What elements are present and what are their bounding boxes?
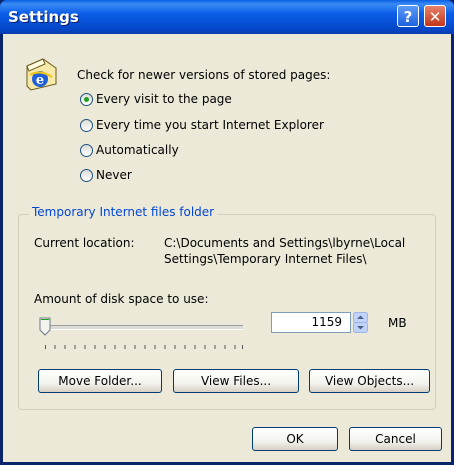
- radio-every-visit[interactable]: [80, 93, 93, 106]
- disk-space-unit: MB: [388, 316, 407, 330]
- radio-never-label[interactable]: Never: [96, 168, 132, 182]
- title-bar[interactable]: Settings ? ✕: [0, 0, 454, 34]
- slider-ticks: [45, 345, 243, 349]
- ok-button[interactable]: OK: [252, 427, 338, 451]
- location-path-line2: Settings\Temporary Internet Files\: [164, 252, 367, 266]
- view-files-button[interactable]: View Files...: [173, 369, 299, 393]
- window-title: Settings: [8, 8, 79, 26]
- disk-space-slider-thumb[interactable]: [39, 317, 51, 336]
- disk-space-slider-track[interactable]: [45, 325, 243, 330]
- settings-dialog: Settings ? ✕ e Check for newer versions …: [0, 0, 454, 465]
- location-label: Current location:: [34, 236, 135, 250]
- ie-page-icon: e: [26, 58, 57, 91]
- disk-space-spinner[interactable]: [353, 312, 368, 333]
- move-folder-button[interactable]: Move Folder...: [38, 369, 162, 393]
- svg-text:e: e: [36, 73, 44, 88]
- radio-every-visit-label[interactable]: Every visit to the page: [96, 92, 232, 106]
- disk-space-label: Amount of disk space to use:: [34, 292, 209, 306]
- radio-never[interactable]: [80, 169, 93, 182]
- temp-files-legend: Temporary Internet files folder: [29, 205, 218, 219]
- cancel-button[interactable]: Cancel: [349, 427, 442, 451]
- location-path-line1: C:\Documents and Settings\lbyrne\Local: [164, 236, 406, 250]
- radio-automatically-label[interactable]: Automatically: [96, 143, 179, 157]
- close-icon: ✕: [428, 8, 442, 26]
- dialog-body: e Check for newer versions of stored pag…: [3, 34, 451, 462]
- check-prompt: Check for newer versions of stored pages…: [77, 68, 331, 82]
- question-icon: ?: [403, 8, 413, 26]
- close-button[interactable]: ✕: [424, 5, 446, 27]
- disk-space-input[interactable]: 1159: [271, 312, 351, 333]
- radio-every-start-label[interactable]: Every time you start Internet Explorer: [96, 118, 324, 132]
- view-objects-button[interactable]: View Objects...: [309, 369, 430, 393]
- radio-every-start[interactable]: [80, 119, 93, 132]
- help-button[interactable]: ?: [397, 5, 419, 27]
- radio-automatically[interactable]: [80, 144, 93, 157]
